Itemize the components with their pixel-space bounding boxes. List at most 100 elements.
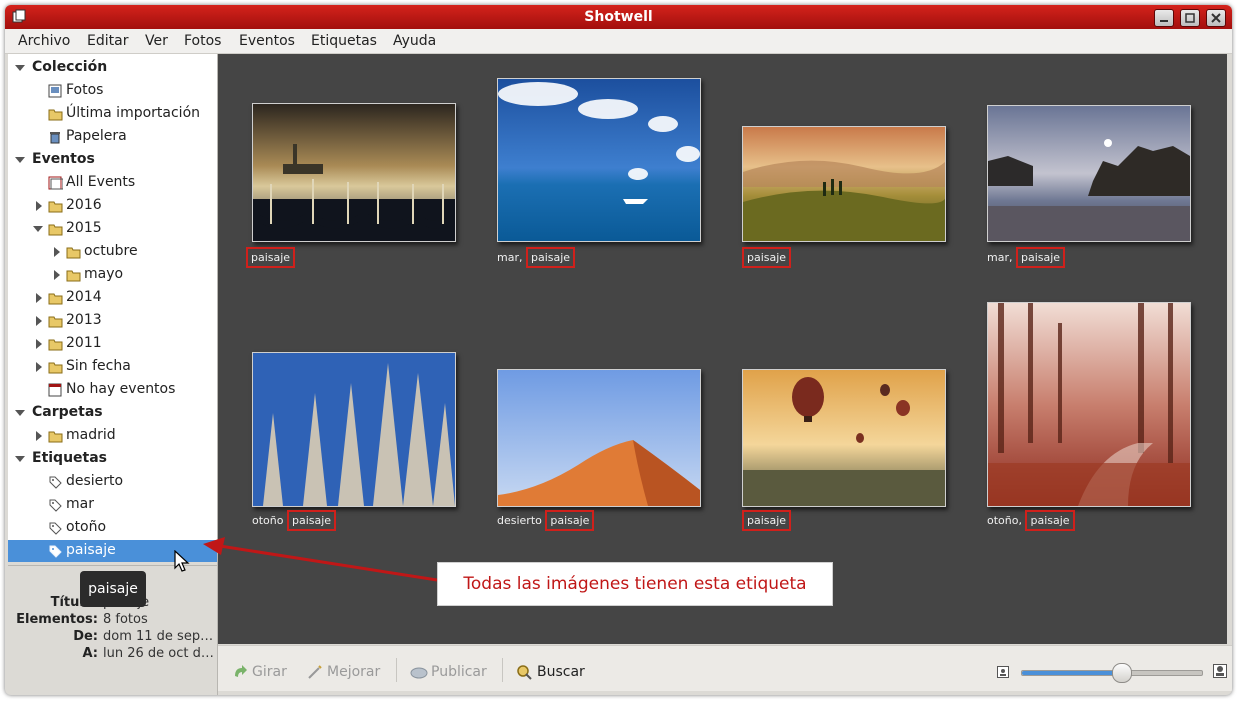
annotation-arrow (203, 537, 438, 582)
info-to-value: lun 26 de oct d… (103, 646, 214, 661)
sidebar-item-ultima-importacion[interactable]: Última importación (8, 103, 217, 125)
photo-tag-highlight: paisaje (545, 510, 595, 531)
trash-icon (50, 132, 60, 144)
sidebar-item-tag-desierto[interactable]: desierto (8, 471, 217, 493)
sidebar-item-2011[interactable]: 2011 (8, 333, 217, 355)
photo-caption: otoño, paisaje (987, 510, 1075, 531)
sidebar-item-label: No hay eventos (66, 381, 176, 397)
sidebar-item-tag-otono[interactable]: otoño (8, 517, 217, 539)
zoom-slider-handle[interactable] (1112, 663, 1132, 683)
sidebar-item-madrid[interactable]: madrid (8, 425, 217, 447)
sidebar-item-label: madrid (66, 427, 116, 443)
photo-thumbnail[interactable] (497, 369, 701, 507)
sidebar-header-carpetas[interactable]: Carpetas (8, 402, 217, 424)
sidebar-item-2014[interactable]: 2014 (8, 287, 217, 309)
zoom-out-icon[interactable] (997, 666, 1009, 678)
sidebar-item-2016[interactable]: 2016 (8, 195, 217, 217)
sidebar-header-eventos[interactable]: Eventos (8, 149, 217, 171)
sidebar-item-label: otoño (66, 519, 107, 535)
sidebar-item-label: Última importación (66, 105, 201, 121)
sidebar-item-2015[interactable]: 2015 (8, 218, 217, 240)
sidebar-item-tag-mar[interactable]: mar (8, 494, 217, 516)
tag-icon (49, 545, 62, 558)
photo-thumbnail[interactable] (742, 369, 946, 507)
sidebar-header-coleccion[interactable]: Colección (8, 57, 217, 79)
close-icon (1211, 13, 1221, 23)
photos-icon (48, 84, 62, 98)
photo-thumbnail[interactable] (742, 126, 946, 242)
toolbar-separator (502, 658, 503, 682)
publish-button[interactable]: Publicar (431, 664, 487, 680)
sidebar-item-all-events[interactable]: All Events (8, 172, 217, 194)
folder-icon (48, 201, 63, 213)
sidebar-item-label: All Events (66, 174, 136, 190)
menu-etiquetas[interactable]: Etiquetas (311, 33, 377, 49)
expander-closed-icon (36, 362, 42, 372)
folder-icon (66, 270, 81, 282)
title-bar[interactable]: Shotwell (5, 5, 1232, 29)
photo-tag-highlight: paisaje (246, 247, 296, 268)
sidebar-header-label: Carpetas (32, 404, 103, 420)
search-button[interactable]: Buscar (537, 664, 585, 680)
rotate-button[interactable]: Girar (252, 664, 287, 680)
tag-icon (49, 522, 62, 535)
menu-editar[interactable]: Editar (87, 33, 128, 49)
expander-open-icon (15, 410, 25, 416)
photo-tag-highlight: paisaje (742, 247, 792, 268)
photo-tag-prefix: otoño (252, 514, 284, 527)
sidebar-item-papelera[interactable]: Papelera (8, 126, 217, 148)
minimize-icon (1160, 20, 1168, 22)
photo-thumbnail[interactable] (252, 352, 456, 507)
menu-fotos[interactable]: Fotos (184, 33, 221, 49)
minimize-button[interactable] (1154, 9, 1174, 27)
events-icon (48, 176, 63, 190)
folder-icon (66, 247, 81, 259)
info-to-label: A: (82, 646, 98, 661)
zoom-in-icon[interactable] (1213, 664, 1227, 678)
sidebar-item-label: Papelera (66, 128, 127, 144)
sidebar-item-octubre[interactable]: octubre (8, 241, 217, 263)
sidebar-item-mayo[interactable]: mayo (8, 264, 217, 286)
sidebar-item-no-hay-eventos[interactable]: No hay eventos (8, 379, 217, 401)
maximize-icon (1185, 13, 1195, 23)
search-icon (517, 665, 532, 680)
expander-closed-icon (36, 339, 42, 349)
sidebar-item-label: 2016 (66, 197, 102, 213)
expander-open-icon (15, 456, 25, 462)
folder-icon (48, 109, 63, 121)
maximize-button[interactable] (1180, 9, 1200, 27)
sidebar-item-label: mayo (84, 266, 124, 282)
menu-eventos[interactable]: Eventos (239, 33, 295, 49)
zoom-slider[interactable] (1021, 663, 1203, 683)
photo-tag-highlight: paisaje (1015, 247, 1066, 268)
sidebar-item-2013[interactable]: 2013 (8, 310, 217, 332)
calendar-icon (48, 383, 62, 397)
sidebar: Colección Fotos Última importación Papel… (8, 54, 217, 562)
photo-thumbnail[interactable] (987, 302, 1191, 507)
photo-thumbnail[interactable] (987, 105, 1191, 242)
sidebar-item-label: octubre (84, 243, 138, 259)
tag-icon (49, 476, 62, 489)
expander-closed-icon (36, 201, 42, 211)
photo-caption: mar, paisaje (497, 247, 576, 268)
close-button[interactable] (1206, 9, 1226, 27)
sidebar-header-etiquetas[interactable]: Etiquetas (8, 448, 217, 470)
enhance-button[interactable]: Mejorar (327, 664, 380, 680)
expander-closed-icon (54, 247, 60, 257)
menu-ver[interactable]: Ver (145, 33, 168, 49)
expander-open-icon (15, 157, 25, 163)
sidebar-item-label: 2015 (66, 220, 102, 236)
photo-thumbnail[interactable] (497, 78, 701, 242)
photo-thumbnail[interactable] (252, 103, 456, 242)
sidebar-item-fotos[interactable]: Fotos (8, 80, 217, 102)
expander-closed-icon (36, 316, 42, 326)
folder-icon (48, 362, 63, 374)
sidebar-header-label: Eventos (32, 151, 95, 167)
folder-icon (48, 339, 63, 351)
expander-open-icon (15, 65, 25, 71)
menu-ayuda[interactable]: Ayuda (393, 33, 436, 49)
annotation-callout: Todas las imágenes tienen esta etiqueta (437, 562, 833, 606)
sidebar-item-sin-fecha[interactable]: Sin fecha (8, 356, 217, 378)
menu-archivo[interactable]: Archivo (18, 33, 70, 49)
expander-open-icon (33, 226, 43, 232)
